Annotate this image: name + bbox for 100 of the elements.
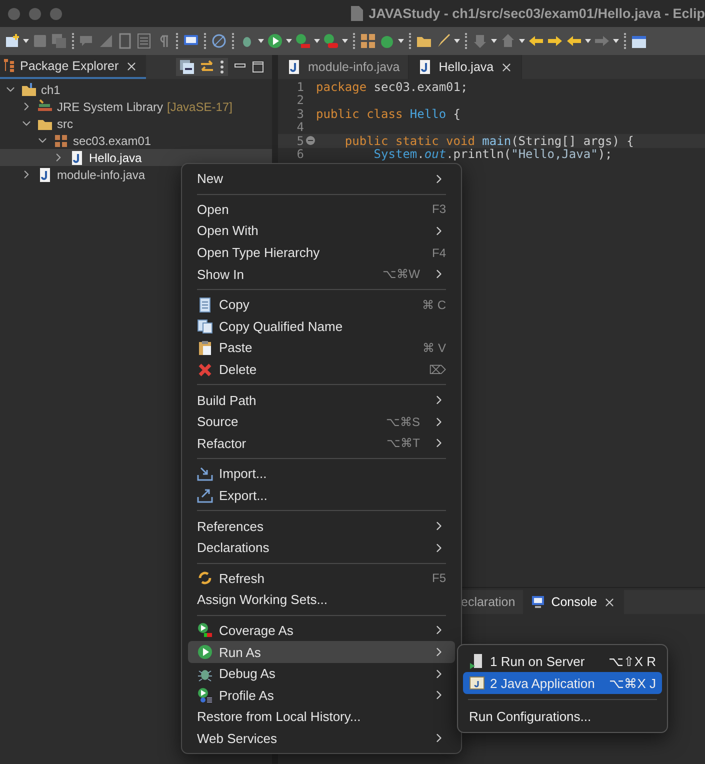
shortcut: ⌥⌘W — [382, 267, 420, 282]
delete-icon — [197, 362, 213, 378]
menu-item[interactable]: Delete ⌦ — [188, 358, 455, 380]
caret-icon[interactable] — [342, 39, 348, 43]
view-tab[interactable]: Package Explorer — [0, 55, 146, 79]
menu-item[interactable]: Web Services — [188, 728, 455, 750]
window-icon — [469, 675, 485, 691]
copy-icon — [197, 296, 213, 313]
refresh-icon — [197, 570, 213, 586]
java-file-icon — [286, 59, 302, 75]
caret-icon[interactable] — [519, 39, 525, 43]
editor-tab-label: module-info.java — [308, 60, 400, 74]
tree-item[interactable]: sec03.exam01 — [0, 132, 272, 149]
caret-icon[interactable] — [613, 39, 619, 43]
menu-item[interactable]: Assign Working Sets... — [188, 589, 455, 611]
fold-icon[interactable] — [306, 136, 314, 146]
menu-item[interactable]: References — [188, 515, 455, 537]
code-line: package sec03.exam01; — [316, 80, 468, 94]
shortcut: ⌥⌘T — [386, 436, 420, 450]
menu-item[interactable]: Refactor ⌥⌘T — [188, 432, 455, 454]
line-number: 6 — [296, 147, 304, 162]
menu-item[interactable]: Import... — [188, 463, 455, 485]
menu-item[interactable]: Copy Qualified Name — [188, 316, 455, 338]
menu-item[interactable]: Open Type Hierarchy F4 — [188, 242, 455, 264]
document-icon[interactable] — [117, 33, 133, 49]
collapse-all-icon[interactable] — [180, 60, 194, 74]
tree-item[interactable]: ch1 — [0, 81, 272, 98]
menu-item[interactable]: 1 Run on Server ⌥⇧X R — [463, 650, 662, 672]
menu-item[interactable]: Build Path — [188, 389, 455, 411]
menu-item[interactable]: Open With — [188, 220, 455, 242]
document-icon — [350, 6, 363, 21]
java-file-icon — [37, 166, 53, 182]
more-icon[interactable] — [220, 60, 224, 74]
export-icon — [197, 488, 213, 504]
menu-item[interactable]: Source ⌥⌘S — [188, 410, 455, 433]
coverage-icon — [197, 622, 213, 638]
view-tab[interactable]: Console — [523, 590, 624, 614]
shortcut: F4 — [432, 246, 446, 260]
package-explorer-icon — [4, 59, 14, 73]
menu-item[interactable]: Paste ⌘ V — [188, 337, 455, 359]
maximize-icon[interactable] — [252, 61, 264, 73]
menu-item[interactable]: Run As — [188, 641, 455, 663]
library-version: [JavaSE-17] — [167, 100, 232, 114]
view-tab-label: Console — [551, 595, 598, 609]
back-edit-icon[interactable] — [528, 33, 544, 49]
menu-item[interactable]: Debug As — [188, 662, 455, 684]
tree-item-label: src — [57, 116, 73, 130]
shortcut: ⌥⌘S — [386, 414, 420, 429]
tree-item-label: sec03.exam01 — [73, 134, 152, 148]
close-icon[interactable] — [500, 60, 513, 74]
close-icon[interactable] — [603, 596, 616, 608]
tree-item[interactable]: JRE System Library [JavaSE-17] — [0, 98, 272, 115]
link-arrows-icon[interactable] — [200, 60, 214, 74]
menu-item[interactable]: Open F3 — [188, 198, 455, 220]
menu-item[interactable]: Coverage As — [188, 620, 455, 642]
forward-edit-icon[interactable] — [547, 33, 563, 49]
code-line: System.out.println("Hello,Java"); — [374, 147, 612, 162]
console-icon — [531, 595, 546, 609]
run-icon[interactable] — [267, 33, 283, 49]
caret-icon[interactable] — [314, 39, 320, 43]
java-file-icon — [69, 150, 85, 166]
external-tool-icon[interactable] — [323, 33, 339, 49]
brush-icon[interactable] — [435, 33, 451, 49]
caret-icon[interactable] — [491, 39, 497, 43]
caret-icon[interactable] — [258, 39, 264, 43]
editor-tab[interactable]: Hello.java — [408, 55, 522, 79]
menu-item[interactable]: Copy ⌘ C — [188, 294, 455, 316]
caret-icon[interactable] — [585, 39, 591, 43]
menu-item[interactable]: Run Configurations... — [463, 705, 662, 727]
menu-item[interactable]: Declarations — [188, 536, 455, 558]
profile-icon — [197, 687, 213, 704]
caret-icon[interactable] — [286, 39, 292, 43]
caret-icon[interactable] — [398, 39, 404, 43]
tree-item-label: ch1 — [41, 82, 60, 96]
menu-item[interactable]: Restore from Local History... — [188, 706, 455, 728]
grid-icon[interactable] — [360, 33, 376, 49]
open-perspective-icon[interactable] — [631, 33, 647, 49]
tree-item-label: module-info.java — [57, 168, 146, 182]
code-line: public class Hello { — [316, 106, 460, 121]
caret-icon[interactable] — [454, 39, 460, 43]
view-tab[interactable]: eclaration — [461, 590, 524, 614]
menu-item[interactable]: Profile As — [188, 684, 455, 706]
new-file-icon[interactable] — [4, 33, 20, 49]
folder-icon — [21, 82, 37, 98]
back-icon[interactable] — [566, 33, 582, 49]
tree-item[interactable]: src — [0, 115, 272, 132]
tree-item-label: JRE System Library — [57, 100, 164, 114]
menu-item[interactable]: Export... — [188, 484, 455, 506]
caret-icon[interactable] — [23, 39, 29, 43]
menu-item[interactable]: Show In ⌥⌘W — [188, 263, 455, 285]
shortcut: F3 — [432, 202, 446, 216]
menu-item[interactable]: Refresh F5 — [188, 568, 455, 590]
tree-item[interactable]: Hello.java — [0, 149, 272, 166]
menu-item[interactable]: New — [188, 168, 455, 190]
menu-item[interactable]: 2 Java Application ⌥⌘X J — [463, 672, 662, 694]
line-number: 2 — [296, 93, 304, 108]
close-icon[interactable] — [124, 60, 138, 72]
run-icon — [197, 644, 213, 660]
coverage-icon[interactable] — [295, 33, 311, 49]
list-icon[interactable] — [136, 33, 152, 49]
